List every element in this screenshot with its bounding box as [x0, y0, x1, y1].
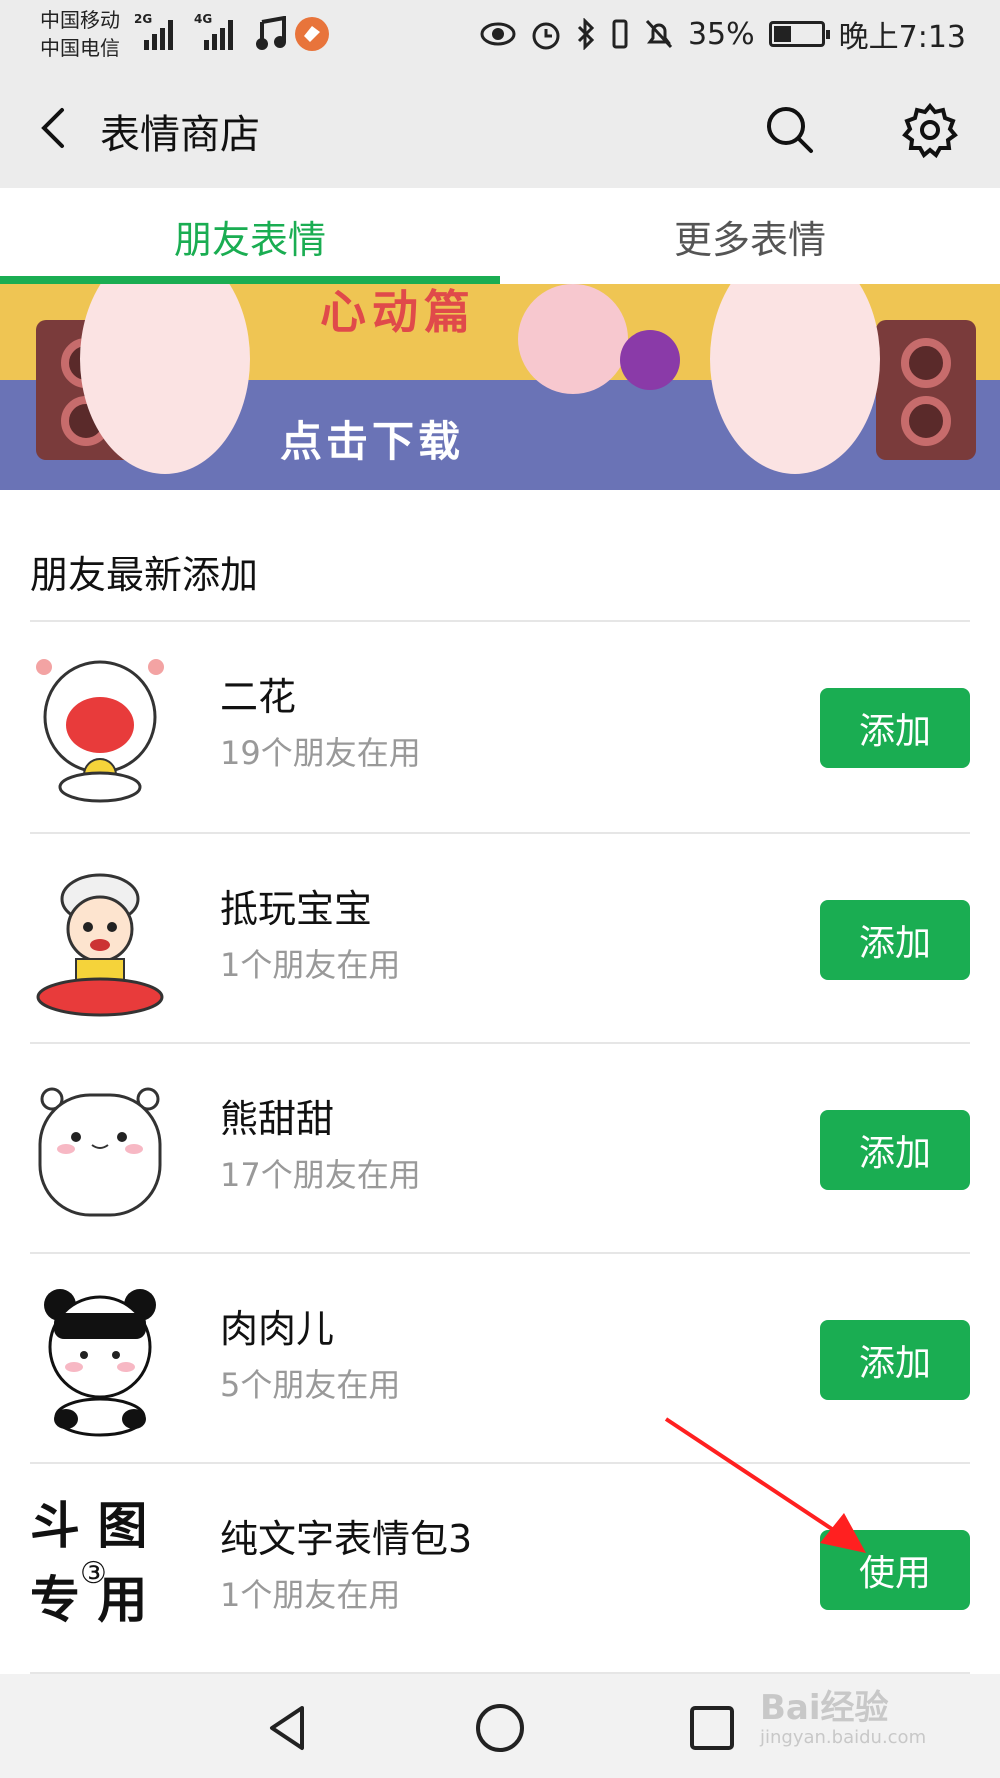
carrier-1: 中国移动 — [40, 8, 120, 32]
tab-bar: 朋友表情 更多表情 — [0, 188, 1000, 284]
sticker-thumbnail — [38, 1087, 162, 1217]
battery-percent: 35% — [687, 16, 755, 52]
pig-character — [518, 284, 628, 394]
sticker-thumbnail — [36, 873, 164, 1017]
status-bar: 中国移动 中国电信 2G 4G 35% 晚上7:13 — [0, 0, 1000, 70]
banner-download-label: 点击下载 — [280, 417, 465, 466]
add-button[interactable]: 添加 — [820, 1320, 970, 1400]
sticker-thumbnail — [36, 659, 164, 803]
add-button[interactable]: 添加 — [820, 1110, 970, 1190]
watermark-url: jingyan.baidu.com — [760, 1727, 927, 1748]
music-icon — [256, 16, 286, 50]
app-notification-icon — [295, 17, 329, 51]
carrier-labels: 中国移动 中国电信 — [40, 6, 120, 62]
thumb-badge: ③ — [80, 1556, 107, 1591]
speaker-illustration — [876, 320, 976, 460]
clock: 晚上7:13 — [838, 20, 966, 55]
list-item[interactable]: 熊甜甜 17个朋友在用 添加 — [30, 1044, 970, 1254]
nav-back-icon[interactable] — [256, 1696, 320, 1760]
usage-count: 17个朋友在用 — [220, 1156, 421, 1194]
text-pack-thumbnail: 斗 图 专 用 ③ — [30, 1489, 170, 1649]
nav-home-icon[interactable] — [468, 1696, 532, 1760]
page-title: 表情商店 — [100, 112, 260, 158]
banner-headline: 心动篇 — [320, 285, 476, 339]
sticker-name: 抵玩宝宝 — [220, 887, 373, 931]
back-arrow-icon[interactable] — [28, 100, 84, 156]
tab-friends-stickers[interactable]: 朋友表情 — [0, 188, 500, 284]
list-item[interactable]: 抵玩宝宝 1个朋友在用 添加 — [30, 834, 970, 1044]
sticker-name: 纯文字表情包3 — [220, 1517, 473, 1561]
gear-icon[interactable] — [898, 98, 962, 162]
usage-count: 19个朋友在用 — [220, 734, 421, 772]
vibrate-icon — [612, 19, 628, 49]
add-button[interactable]: 添加 — [820, 688, 970, 768]
nav-recents-icon[interactable] — [680, 1696, 744, 1760]
sticker-name: 二花 — [220, 675, 297, 719]
header: 表情商店 — [0, 70, 1000, 188]
signal-icon-2: 4G — [194, 12, 233, 50]
usage-count: 1个朋友在用 — [220, 1576, 401, 1614]
alarm-icon — [532, 22, 560, 50]
mute-icon — [645, 19, 673, 49]
add-button[interactable]: 添加 — [820, 900, 970, 980]
signal-icon: 2G — [134, 12, 173, 50]
sticker-name: 肉肉儿 — [220, 1307, 335, 1351]
sticker-name: 熊甜甜 — [220, 1097, 335, 1141]
mangosteen-character — [620, 330, 680, 390]
usage-count: 1个朋友在用 — [220, 946, 401, 984]
tab-more-stickers[interactable]: 更多表情 — [500, 188, 1000, 284]
watermark: Bai经验 jingyan.baidu.com — [760, 1680, 926, 1748]
search-icon[interactable] — [758, 98, 822, 162]
sticker-thumbnail — [44, 1289, 156, 1437]
annotation-arrow-icon — [664, 1417, 866, 1553]
promo-banner[interactable]: 心动篇 点击下载 — [0, 284, 1000, 490]
status-right: 35% 晚上7:13 — [480, 14, 966, 55]
usage-count: 5个朋友在用 — [220, 1366, 401, 1404]
carrier-2: 中国电信 — [40, 36, 120, 60]
list-item[interactable]: 二花 19个朋友在用 添加 — [30, 622, 970, 832]
battery-icon — [768, 21, 830, 47]
section-title: 朋友最新添加 — [30, 553, 259, 597]
bluetooth-icon — [577, 18, 595, 50]
eye-icon — [480, 22, 516, 46]
watermark-brand: Bai经验 — [760, 1688, 889, 1728]
